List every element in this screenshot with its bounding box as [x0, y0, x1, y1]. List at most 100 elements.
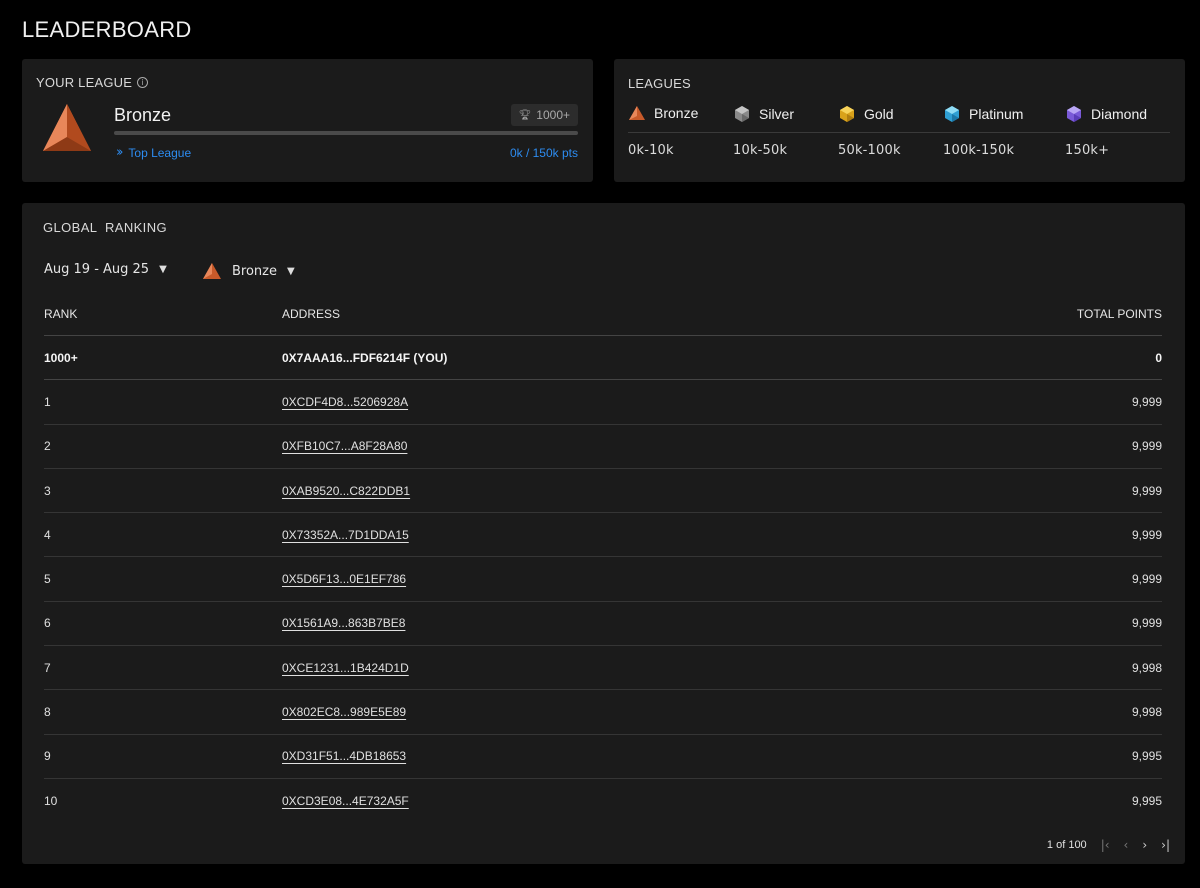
league-range-gold: 50k-100k [838, 143, 901, 158]
rank-cell: 1 [44, 394, 51, 409]
league-name-diamond: Diamond [1091, 106, 1148, 122]
address-link[interactable]: 0XCDF4D8...5206928A [282, 395, 408, 409]
last-page-icon[interactable]: ›| [1161, 838, 1170, 852]
league-range-bronze: 0k-10k [628, 143, 674, 158]
address-link[interactable]: 0X73352A...7D1DDA15 [282, 528, 409, 542]
pagination: 1 of 100 |‹ ‹ › ›| [1047, 838, 1170, 852]
info-icon[interactable]: i [137, 77, 149, 88]
address-link[interactable]: 0X5D6F13...0E1EF786 [282, 572, 406, 586]
global-ranking-title: GLOBAL RANKING [43, 220, 167, 235]
table-row: 10 0XCD3E08...4E732A5F 9,995 [44, 779, 1162, 823]
top-league-label: Top League [128, 145, 192, 160]
trophy-icon: 🏆︎ [518, 109, 532, 121]
address-cell: 0XCDF4D8...5206928A [282, 395, 962, 409]
league-item-silver: Silver [733, 105, 794, 123]
table-row: 7 0XCE1231...1B424D1D 9,998 [44, 646, 1162, 691]
leagues-title: LEAGUES [628, 76, 691, 91]
table-body: 1 0XCDF4D8...5206928A 9,999 2 0XFB10C7...A8F… [44, 380, 1162, 823]
league-item-gold: Gold [838, 105, 894, 123]
address-cell: 0XCE1231...1B424D1D [282, 661, 962, 675]
league-name-gold: Gold [864, 106, 894, 122]
platinum-icon [945, 106, 959, 122]
rank-badge: 🏆︎ 1000+ [510, 104, 578, 126]
rank-cell: 3 [44, 483, 51, 498]
table-row: 9 0XD31F51...4DB18653 9,995 [44, 735, 1162, 779]
address-cell: 0X1561A9...863B7BE8 [282, 616, 962, 630]
table-row: 2 0XFB10C7...A8F28A80 9,999 [44, 425, 1162, 469]
bronze-league-badge-icon [40, 101, 94, 160]
rank-cell: 8 [44, 705, 51, 720]
address-link[interactable]: 0XFB10C7...A8F28A80 [282, 439, 407, 453]
table-row: 4 0X73352A...7D1DDA15 9,999 [44, 513, 1162, 558]
points-cell: 9,999 [1131, 439, 1162, 454]
leagues-list: Bronze Silver Gold Platinum Diamond [628, 105, 1170, 133]
diamond-icon [1067, 106, 1081, 122]
points-cell: 9,995 [1131, 794, 1162, 809]
league-name-silver: Silver [759, 106, 795, 122]
table-row: 3 0XAB9520...C822DDB1 9,999 [44, 469, 1162, 514]
date-range-dropdown[interactable]: Aug 19 - Aug 25 ▼ [44, 262, 167, 277]
rank-cell: 7 [44, 660, 51, 675]
points-cell: 9,999 [1131, 394, 1162, 409]
rank-cell: 9 [44, 749, 51, 764]
page-indicator: 1 of 100 [1046, 839, 1087, 851]
table-header: RANK ADDRESS TOTAL POINTS [44, 292, 1162, 336]
league-item-bronze: Bronze [628, 105, 698, 121]
points-cell: 9,999 [1131, 616, 1162, 631]
rank-cell: 2 [44, 439, 51, 454]
table-row: 8 0X802EC8...989E5E89 9,998 [44, 690, 1162, 735]
league-item-diamond: Diamond [1065, 105, 1147, 123]
top-league-link[interactable]: ›› Top League [116, 145, 191, 160]
page-title: LEADERBOARD [22, 17, 192, 42]
points-cell: 9,999 [1131, 483, 1162, 498]
address-cell: 0X5D6F13...0E1EF786 [282, 572, 962, 586]
address-link[interactable]: 0X1561A9...863B7BE8 [282, 616, 405, 630]
column-header-rank: RANK [44, 306, 78, 321]
address-link[interactable]: 0XCD3E08...4E732A5F [282, 794, 409, 808]
address-cell: 0XFB10C7...A8F28A80 [282, 439, 962, 453]
league-filter-dropdown[interactable]: Bronze ▼ [202, 262, 295, 280]
ranking-table: RANK ADDRESS TOTAL POINTS 1000+ 0X7AAA16… [44, 292, 1162, 823]
league-range-silver: 10k-50k [733, 143, 788, 158]
address-link[interactable]: 0XD31F51...4DB18653 [282, 749, 406, 763]
your-league-title: YOUR LEAGUE i [36, 75, 149, 90]
points-cell: 0 [1155, 350, 1162, 365]
table-row-you: 1000+ 0X7AAA16...FDF6214F (YOU) 0 [44, 336, 1162, 381]
gold-icon [840, 106, 854, 122]
date-range-value: Aug 19 - Aug 25 [44, 262, 150, 277]
double-chevron-right-icon: ›› [116, 145, 124, 160]
your-league-title-text: YOUR LEAGUE [36, 75, 133, 90]
column-header-address: ADDRESS [282, 306, 341, 321]
points-cell: 9,999 [1131, 572, 1162, 587]
rank-cell: 5 [44, 572, 51, 587]
rank-badge-value: 1000+ [536, 108, 570, 122]
table-row: 6 0X1561A9...863B7BE8 9,999 [44, 602, 1162, 647]
rank-cell: 4 [44, 527, 51, 542]
league-progress-bar [114, 131, 578, 135]
address-link[interactable]: 0XAB9520...C822DDB1 [282, 484, 410, 498]
points-cell: 9,995 [1131, 749, 1162, 764]
address-cell: 0X73352A...7D1DDA15 [282, 528, 962, 542]
leagues-card: LEAGUES Bronze Silver Gold Platinum Diam… [614, 59, 1185, 182]
league-name-platinum: Platinum [969, 106, 1024, 122]
table-row: 5 0X5D6F13...0E1EF786 9,999 [44, 557, 1162, 602]
address-cell: 0XCD3E08...4E732A5F [282, 794, 962, 808]
address-link[interactable]: 0XCE1231...1B424D1D [282, 661, 409, 675]
address-cell: 0XAB9520...C822DDB1 [282, 484, 962, 498]
league-range-diamond: 150k+ [1065, 143, 1110, 158]
league-name-bronze: Bronze [654, 105, 699, 121]
current-league-name: Bronze [114, 105, 172, 125]
points-cell: 9,999 [1131, 527, 1162, 542]
points-cell: 9,998 [1131, 660, 1162, 675]
table-row: 1 0XCDF4D8...5206928A 9,999 [44, 380, 1162, 425]
your-league-card: YOUR LEAGUE i Bronze 🏆︎ 1000+ ›› Top Lea… [22, 59, 593, 182]
bronze-icon [629, 106, 645, 120]
address-link[interactable]: 0X802EC8...989E5E89 [282, 705, 406, 719]
first-page-icon[interactable]: |‹ [1101, 838, 1110, 852]
rank-cell: 1000+ [44, 350, 78, 365]
column-header-total-points: TOTAL POINTS [1076, 306, 1162, 321]
prev-page-icon[interactable]: ‹ [1124, 838, 1129, 852]
next-page-icon[interactable]: › [1142, 838, 1147, 852]
points-cell: 9,998 [1131, 705, 1162, 720]
rank-cell: 6 [44, 616, 51, 631]
